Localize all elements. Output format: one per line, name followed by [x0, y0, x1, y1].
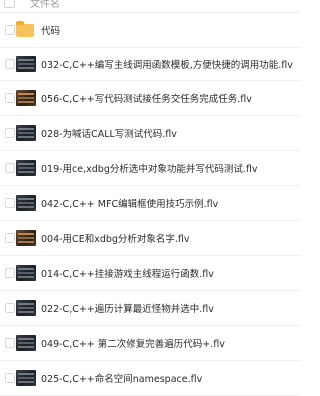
- file-row[interactable]: 019-用ce,xdbg分析选中对象功能并写代码测试.flv: [0, 151, 300, 186]
- file-name[interactable]: 056-C,C++写代码测试接任务交任务完成任务.flv: [41, 91, 252, 105]
- row-checkbox[interactable]: [5, 303, 15, 313]
- file-row[interactable]: 代码: [0, 13, 300, 48]
- video-thumbnail-icon: [16, 300, 36, 316]
- row-checkbox[interactable]: [5, 128, 15, 138]
- file-row[interactable]: 028-为喊话CALL写测试代码.flv: [0, 116, 300, 151]
- file-row[interactable]: 014-C,C++挂接游戏主线程运行函数.flv: [0, 256, 300, 291]
- file-row[interactable]: 004-用CE和xdbg分析对象名字.flv: [0, 221, 300, 256]
- file-name[interactable]: 032-C,C++编写主线调用函数模板,方便快捷的调用功能.flv: [41, 57, 293, 71]
- video-thumbnail-icon: [16, 160, 36, 176]
- row-checkbox[interactable]: [5, 373, 15, 383]
- file-row[interactable]: 049-C,C++ 第二次修复完善遍历代码+.flv: [0, 326, 300, 361]
- video-thumbnail-icon: [16, 90, 36, 106]
- video-thumbnail-icon: [16, 230, 36, 246]
- file-list-header: 文件名: [0, 0, 300, 13]
- video-thumbnail-icon: [16, 370, 36, 386]
- video-thumbnail-icon: [16, 195, 36, 211]
- select-all-checkbox[interactable]: [4, 0, 15, 8]
- row-checkbox[interactable]: [5, 198, 15, 208]
- video-thumbnail-icon: [16, 265, 36, 281]
- file-name[interactable]: 014-C,C++挂接游戏主线程运行函数.flv: [41, 266, 214, 280]
- file-name[interactable]: 019-用ce,xdbg分析选中对象功能并写代码测试.flv: [41, 161, 258, 175]
- file-name[interactable]: 代码: [41, 23, 60, 37]
- file-row[interactable]: 025-C,C++命名空间namespace.flv: [0, 361, 300, 396]
- file-name[interactable]: 049-C,C++ 第二次修复完善遍历代码+.flv: [41, 336, 225, 350]
- file-row[interactable]: 056-C,C++写代码测试接任务交任务完成任务.flv: [0, 81, 300, 116]
- row-checkbox[interactable]: [5, 163, 15, 173]
- file-name[interactable]: 042-C,C++ MFC编辑框使用技巧示例.flv: [41, 196, 218, 210]
- file-row[interactable]: 022-C,C++遍历计算最近怪物并选中.flv: [0, 291, 300, 326]
- column-header-filename: 文件名: [30, 0, 60, 10]
- video-thumbnail-icon: [16, 125, 36, 141]
- video-thumbnail-icon: [16, 335, 36, 351]
- row-checkbox[interactable]: [5, 233, 15, 243]
- file-row[interactable]: 032-C,C++编写主线调用函数模板,方便快捷的调用功能.flv: [0, 48, 300, 81]
- file-row[interactable]: 042-C,C++ MFC编辑框使用技巧示例.flv: [0, 186, 300, 221]
- video-thumbnail-icon: [16, 56, 36, 72]
- file-list: 代码 032-C,C++编写主线调用函数模板,方便快捷的调用功能.flv 056…: [0, 13, 300, 396]
- file-name[interactable]: 025-C,C++命名空间namespace.flv: [41, 371, 202, 385]
- row-checkbox[interactable]: [5, 93, 15, 103]
- row-checkbox[interactable]: [5, 59, 15, 69]
- folder-icon: [16, 21, 34, 37]
- row-checkbox[interactable]: [5, 25, 15, 35]
- file-name[interactable]: 028-为喊话CALL写测试代码.flv: [41, 126, 177, 140]
- row-checkbox[interactable]: [5, 268, 15, 278]
- file-name[interactable]: 004-用CE和xdbg分析对象名字.flv: [41, 231, 190, 245]
- row-checkbox[interactable]: [5, 338, 15, 348]
- file-name[interactable]: 022-C,C++遍历计算最近怪物并选中.flv: [41, 301, 214, 315]
